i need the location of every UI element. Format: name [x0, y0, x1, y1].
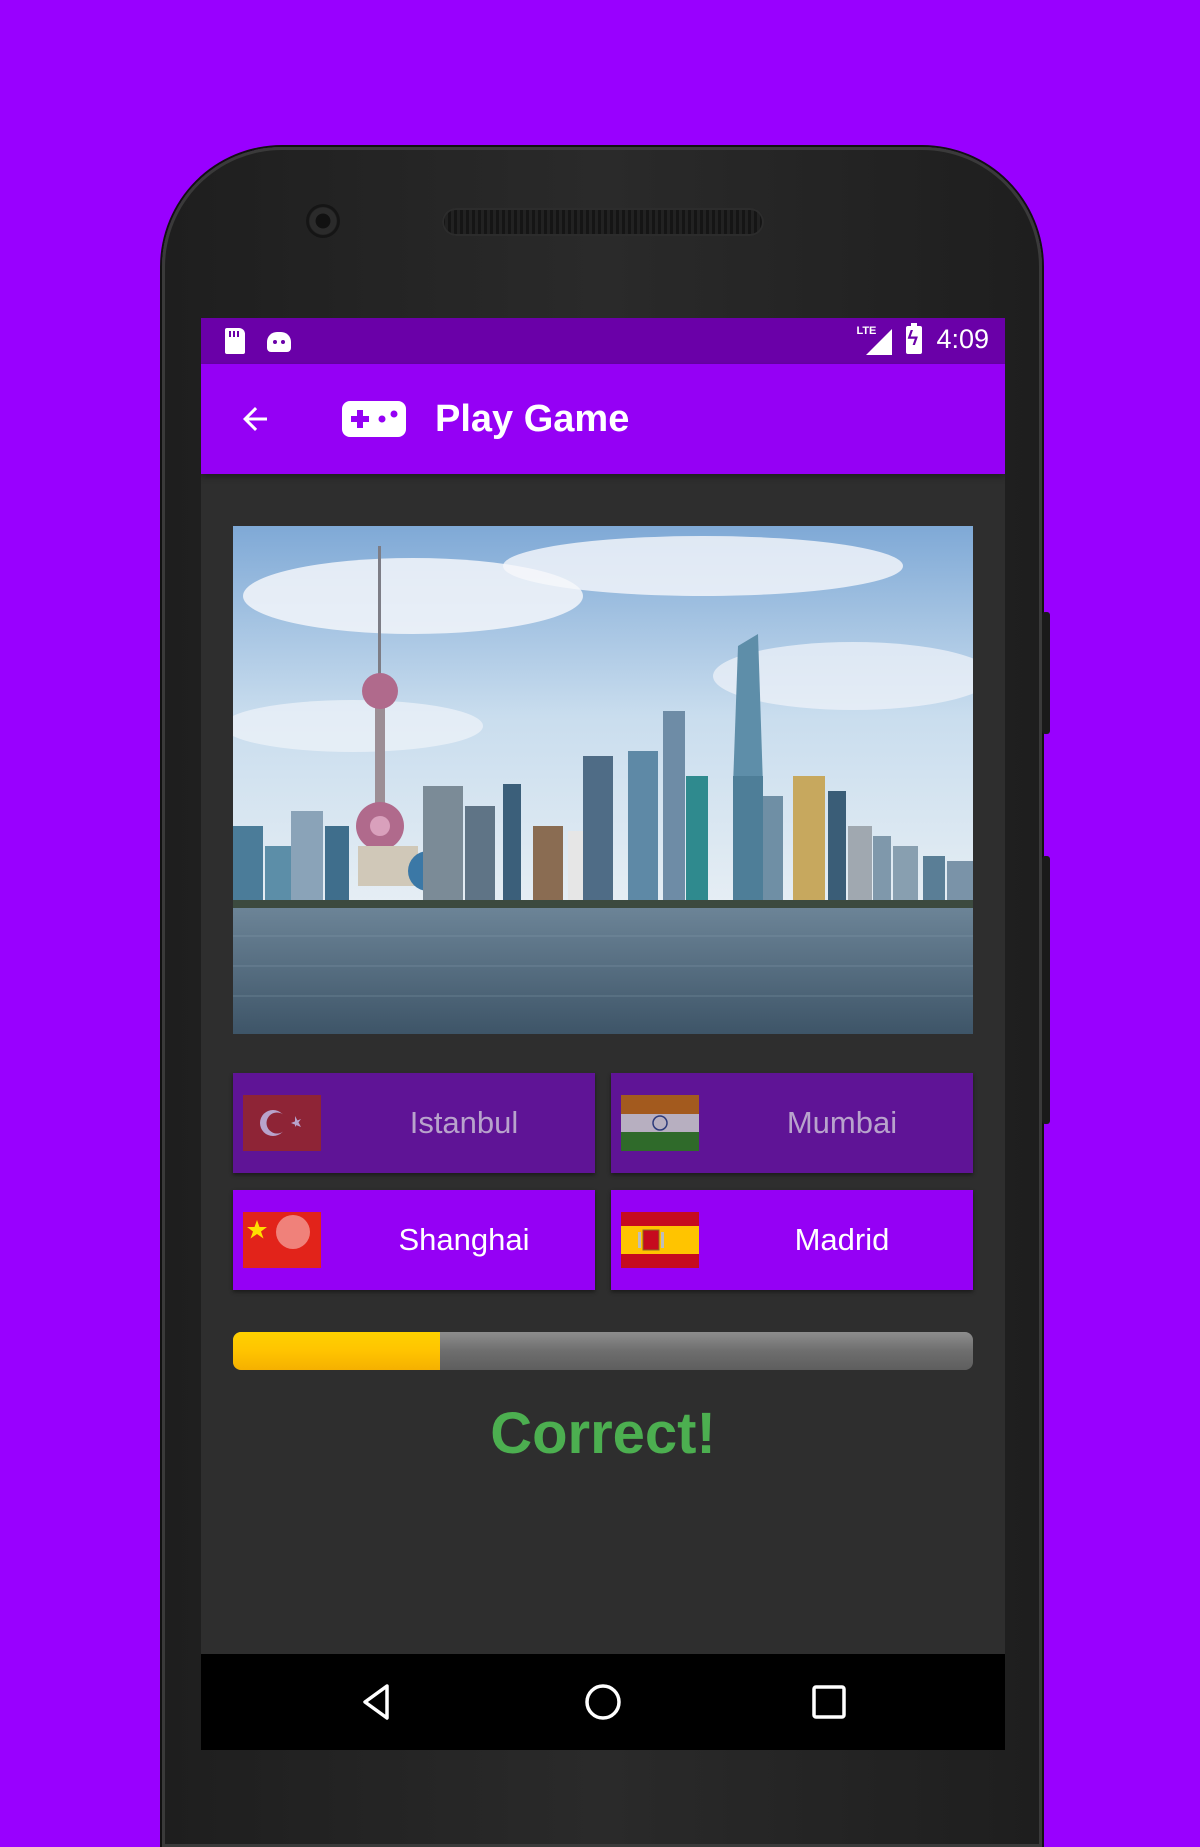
app-screen: LTE 4:09 Play Game [201, 318, 1005, 1750]
nav-recents-icon[interactable] [807, 1680, 851, 1724]
progress-bar [233, 1332, 973, 1370]
option-label: Mumbai [786, 1105, 898, 1140]
result-text: Correct! [490, 1401, 716, 1466]
app-bar: Play Game [201, 364, 1005, 474]
option-istanbul-button[interactable]: Istanbul [233, 1073, 595, 1173]
volume-button [1042, 612, 1050, 734]
status-time: 4:09 [936, 324, 989, 354]
status-bar: LTE 4:09 [201, 318, 1005, 364]
arrow-back-icon[interactable] [237, 401, 273, 437]
city-skyline-photo [233, 526, 973, 1034]
page-title: Play Game [435, 398, 630, 440]
option-label: Madrid [794, 1222, 890, 1257]
option-mumbai-button[interactable]: Mumbai [611, 1073, 973, 1173]
lte-signal-icon: LTE [856, 325, 893, 355]
nav-back-icon[interactable] [355, 1680, 399, 1724]
progress-fill [233, 1332, 441, 1370]
spain-flag-icon [621, 1212, 699, 1268]
navigation-bar [201, 1654, 1005, 1750]
sd-card-icon [225, 328, 245, 354]
front-camera [306, 204, 340, 238]
option-label: Istanbul [409, 1105, 519, 1140]
android-icon [267, 332, 291, 352]
power-button [1042, 856, 1050, 1124]
india-flag-icon [621, 1095, 699, 1151]
nav-home-icon[interactable] [581, 1680, 625, 1724]
gamepad-icon [342, 401, 406, 437]
option-label: Shanghai [398, 1222, 530, 1257]
turkey-flag-icon [243, 1095, 321, 1151]
battery-charging-icon [906, 322, 923, 354]
china-flag-icon [243, 1212, 321, 1268]
option-madrid-button[interactable]: Madrid [611, 1190, 973, 1290]
earpiece-speaker [442, 208, 764, 236]
option-shanghai-button[interactable]: Shanghai [233, 1190, 595, 1290]
